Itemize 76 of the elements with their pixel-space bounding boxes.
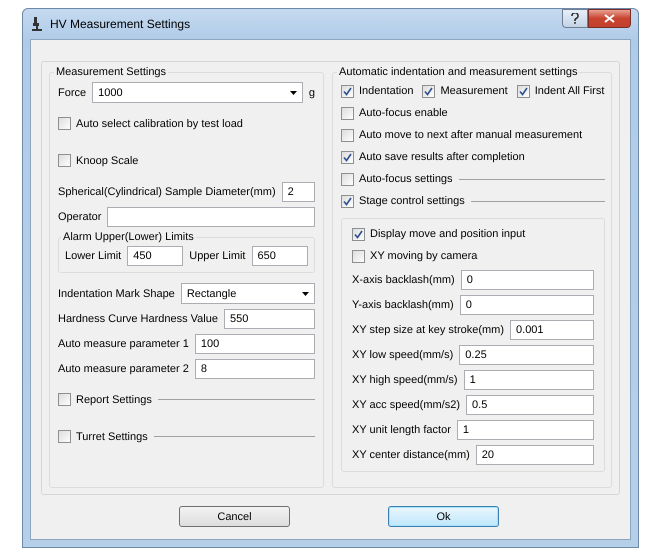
checkbox[interactable] xyxy=(58,154,71,167)
field-label: Upper Limit xyxy=(189,250,246,262)
field-label: Operator xyxy=(58,210,102,222)
input-field[interactable]: 100 xyxy=(194,334,315,354)
group-title: Alarm Upper(Lower) Limits xyxy=(62,231,195,243)
input-field[interactable]: 0.001 xyxy=(510,320,594,340)
input-field[interactable]: 0.5 xyxy=(466,394,594,414)
window-title: HV Measurement Settings xyxy=(50,17,192,31)
dropdown[interactable]: Rectangle xyxy=(180,283,315,304)
field-label: XY acc speed(mm/s2) xyxy=(352,398,460,410)
checkbox[interactable] xyxy=(341,106,354,120)
checkbox[interactable] xyxy=(352,250,365,262)
field-label: X-axis backlash(mm) xyxy=(352,274,455,286)
checkbox[interactable] xyxy=(422,84,436,98)
dialog-button[interactable]: Cancel xyxy=(179,506,290,527)
input-field[interactable] xyxy=(107,206,315,226)
checkbox-label[interactable]: Indentation xyxy=(359,85,414,97)
input-field[interactable]: 0 xyxy=(460,270,594,290)
checkbox[interactable] xyxy=(341,150,354,164)
field-label: Spherical(Cylindrical) Sample Diameter(mm) xyxy=(58,186,276,198)
field-label: XY low speed(mm/s) xyxy=(352,348,454,360)
input-field[interactable]: 550 xyxy=(224,308,315,328)
field-label: XY center distance(mm) xyxy=(352,448,470,460)
field-label: Y-axis backlash(mm) xyxy=(352,298,454,310)
dropdown-arrow-icon xyxy=(302,292,309,296)
checkbox-label[interactable]: Auto-focus settings xyxy=(359,173,453,185)
checkbox[interactable] xyxy=(341,172,354,186)
checkbox-label[interactable]: XY moving by camera xyxy=(370,250,478,262)
microscope-icon xyxy=(30,16,44,32)
field-label: XY step size at key stroke(mm) xyxy=(352,324,504,336)
checkbox-label[interactable]: Stage control settings xyxy=(359,195,465,207)
checkbox-label[interactable]: Display move and position input xyxy=(370,228,526,240)
checkbox[interactable] xyxy=(516,84,530,98)
group-title: Measurement Settings xyxy=(55,66,168,78)
checkbox-label[interactable]: Knoop Scale xyxy=(76,154,138,166)
field-label: Hardness Curve Hardness Value xyxy=(58,312,218,324)
checkbox-label[interactable]: Auto select calibration by test load xyxy=(76,118,243,130)
help-icon xyxy=(571,13,579,24)
dialog-button[interactable]: Ok xyxy=(388,506,499,527)
unit-label: g xyxy=(308,86,315,98)
field-label: Lower Limit xyxy=(65,250,122,262)
input-field[interactable]: 0.25 xyxy=(459,344,594,364)
checkbox-label[interactable]: Auto-focus enable xyxy=(359,107,448,119)
help-button[interactable] xyxy=(562,9,588,28)
close-button[interactable] xyxy=(588,9,631,28)
checkbox-label[interactable]: Auto move to next after manual measurement xyxy=(359,129,582,141)
input-field[interactable]: 650 xyxy=(252,246,308,266)
checkbox-label[interactable]: Report Settings xyxy=(76,394,152,406)
checkbox[interactable] xyxy=(58,393,71,406)
checkbox[interactable] xyxy=(341,128,354,142)
input-field[interactable]: 1 xyxy=(456,420,594,440)
checkbox[interactable] xyxy=(352,228,365,240)
input-field[interactable]: 2 xyxy=(282,182,315,202)
field-label: Auto measure parameter 2 xyxy=(58,362,189,374)
field-label: Auto measure parameter 1 xyxy=(58,338,189,350)
checkbox-label[interactable]: Measurement xyxy=(440,85,508,97)
field-label: XY unit length factor xyxy=(352,424,451,436)
checkbox[interactable] xyxy=(58,430,71,443)
input-field[interactable]: 450 xyxy=(127,246,184,266)
group-title: Automatic indentation and measurement settings xyxy=(338,66,578,78)
checkbox-label[interactable]: Auto save results after completion xyxy=(359,151,525,163)
input-field[interactable]: 0 xyxy=(460,294,594,314)
dropdown-arrow-icon xyxy=(290,90,297,94)
checkbox[interactable] xyxy=(341,84,354,98)
field-label: Indentation Mark Shape xyxy=(58,288,175,300)
checkbox[interactable] xyxy=(341,194,354,208)
checkbox-label[interactable]: Turret Settings xyxy=(76,430,148,442)
input-field[interactable]: 20 xyxy=(476,444,594,464)
field-label: Force xyxy=(58,86,86,98)
field-label: XY high speed(mm/s) xyxy=(352,374,458,386)
checkbox[interactable] xyxy=(58,117,71,130)
input-field[interactable]: 8 xyxy=(194,358,315,378)
checkbox-label[interactable]: Indent All First xyxy=(534,85,604,97)
close-icon xyxy=(604,14,615,23)
dropdown[interactable]: 1000 xyxy=(92,82,303,103)
input-field[interactable]: 1 xyxy=(464,370,594,390)
